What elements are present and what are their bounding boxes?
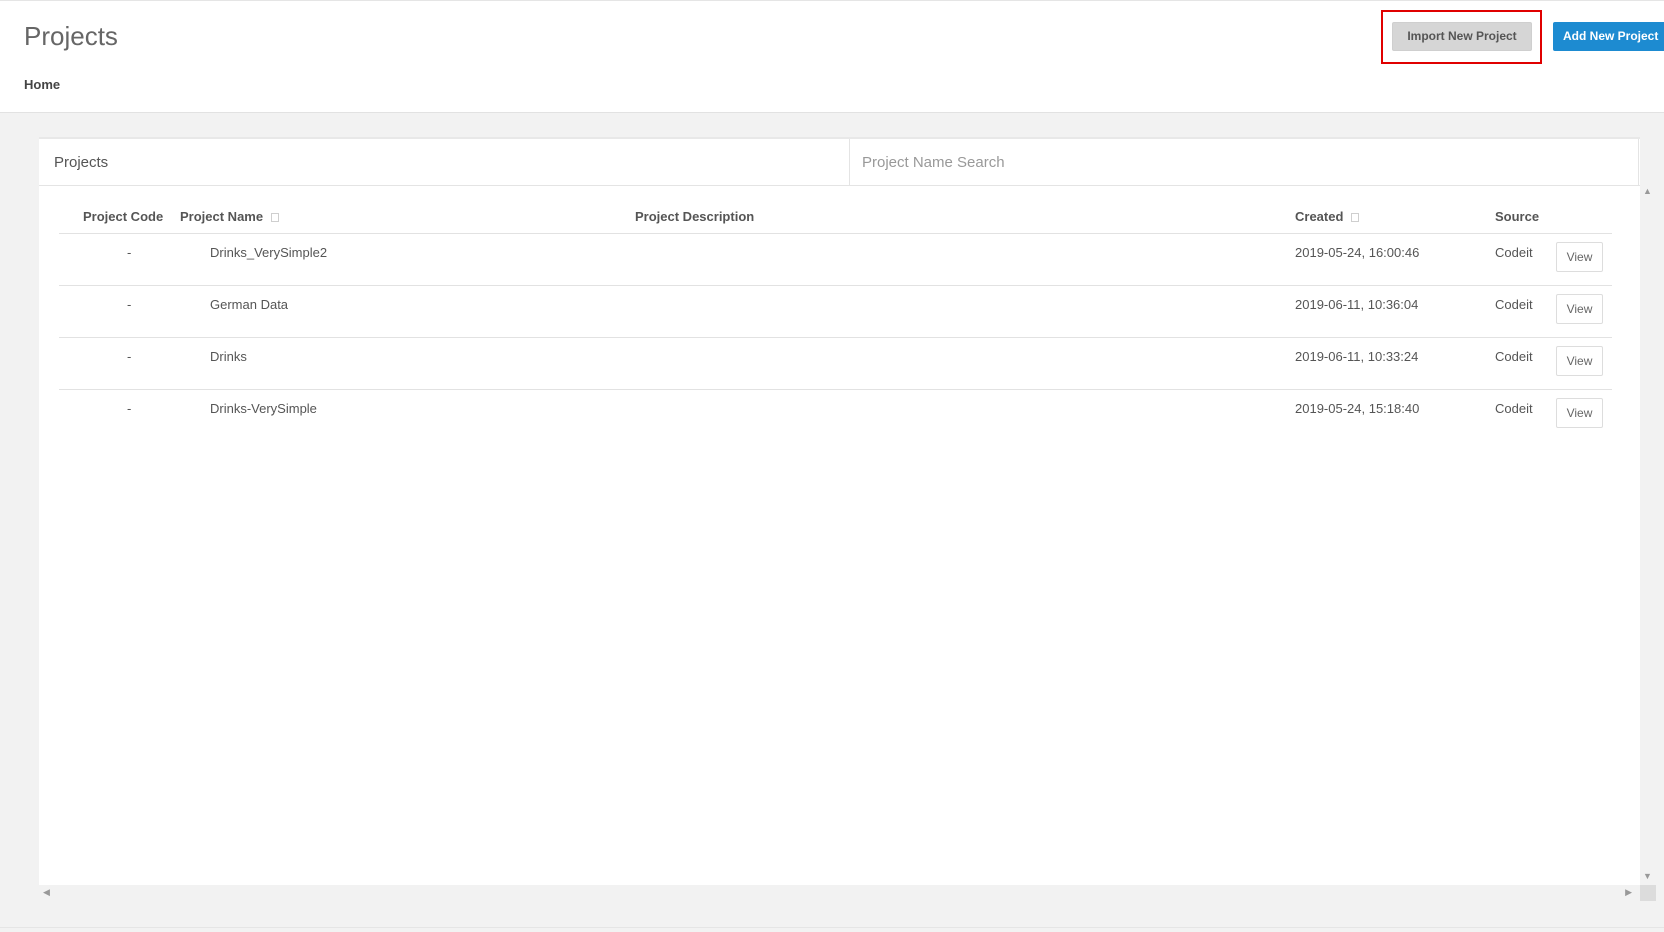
column-header-project-name[interactable]: Project Name <box>180 209 280 224</box>
project-code-cell: - <box>127 245 132 260</box>
source-cell: Codeit <box>1495 349 1533 364</box>
sort-icon[interactable] <box>271 213 280 223</box>
project-name-cell: Drinks-VerySimple <box>210 401 317 416</box>
table-row: - Drinks-VerySimple 2019-05-24, 15:18:40… <box>59 390 1612 442</box>
source-cell: Codeit <box>1495 401 1533 416</box>
source-cell: Codeit <box>1495 245 1533 260</box>
page-header: Projects Home Import New Project Add New… <box>0 0 1664 113</box>
horizontal-scrollbar[interactable]: ◀ ▶ <box>39 885 1640 901</box>
project-name-cell: Drinks_VerySimple2 <box>210 245 328 260</box>
scroll-down-arrow-icon[interactable]: ▼ <box>1643 871 1652 881</box>
column-header-project-code: Project Code <box>83 209 164 224</box>
sort-icon[interactable] <box>1351 213 1360 223</box>
projects-panel: Projects Project Code Project Name Proje… <box>39 137 1640 885</box>
column-header-created-label: Created <box>1295 209 1344 224</box>
column-header-project-description: Project Description <box>635 209 755 224</box>
created-cell: 2019-05-24, 15:18:40 <box>1295 401 1420 416</box>
column-header-source: Source <box>1495 209 1540 224</box>
panel-title: Projects <box>54 154 109 171</box>
add-new-project-button[interactable]: Add New Project <box>1553 22 1664 51</box>
project-name-search-input[interactable] <box>849 139 1639 185</box>
table-row: - Drinks 2019-06-11, 10:33:24 Codeit Vie… <box>59 338 1612 390</box>
panel-header: Projects <box>39 139 1640 186</box>
created-cell: 2019-06-11, 10:36:04 <box>1295 297 1419 312</box>
breadcrumb-home[interactable]: Home <box>24 77 60 92</box>
column-header-created[interactable]: Created <box>1295 209 1360 224</box>
import-new-project-button[interactable]: Import New Project <box>1392 22 1532 51</box>
page-divider <box>0 927 1664 928</box>
project-code-cell: - <box>127 297 132 312</box>
scroll-right-arrow-icon[interactable]: ▶ <box>1625 887 1632 898</box>
vertical-scrollbar[interactable]: ▲ ▼ <box>1640 180 1654 885</box>
table-row: - Drinks_VerySimple2 2019-05-24, 16:00:4… <box>59 234 1612 286</box>
scrollbar-corner <box>1640 885 1656 901</box>
project-name-cell: Drinks <box>210 349 247 364</box>
created-cell: 2019-05-24, 16:00:46 <box>1295 245 1420 260</box>
scroll-left-arrow-icon[interactable]: ◀ <box>43 887 50 898</box>
project-name-cell: German Data <box>210 297 289 312</box>
scroll-up-arrow-icon[interactable]: ▲ <box>1643 186 1652 196</box>
project-code-cell: - <box>127 401 132 416</box>
project-code-cell: - <box>127 349 132 364</box>
table-row: - German Data 2019-06-11, 10:36:04 Codei… <box>59 286 1612 338</box>
view-button[interactable]: View <box>1556 346 1603 376</box>
column-header-project-name-label: Project Name <box>180 209 264 224</box>
view-button[interactable]: View <box>1556 398 1603 428</box>
source-cell: Codeit <box>1495 297 1533 312</box>
view-button[interactable]: View <box>1556 294 1603 324</box>
view-button[interactable]: View <box>1556 242 1603 272</box>
created-cell: 2019-06-11, 10:33:24 <box>1295 349 1419 364</box>
page-title: Projects <box>24 21 118 51</box>
